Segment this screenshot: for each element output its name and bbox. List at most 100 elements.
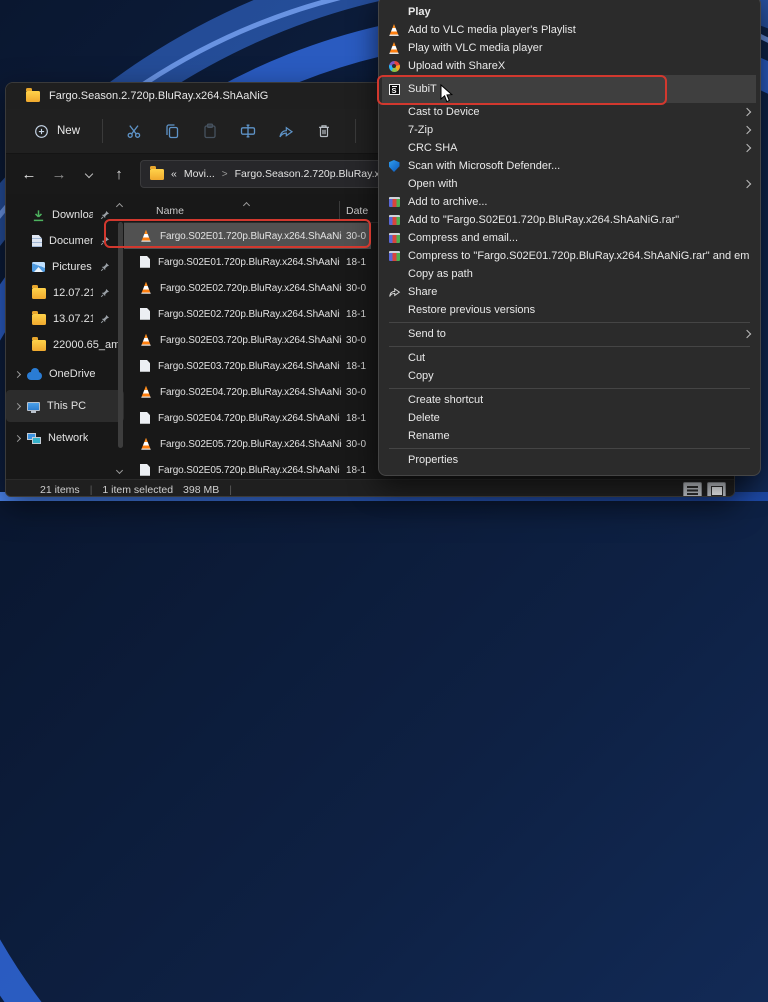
expand-chevron-icon[interactable] xyxy=(13,370,22,378)
sidebar-item-network[interactable]: Network xyxy=(6,422,124,454)
menu-item-scan-with-microsoft-defender[interactable]: Scan with Microsoft Defender... xyxy=(379,157,760,175)
winrar-icon xyxy=(388,251,400,261)
new-button[interactable]: New xyxy=(24,118,90,145)
file-name: Fargo.S02E03.720p.BluRay.x264.ShAaNiG xyxy=(160,334,342,346)
winrar-icon xyxy=(388,215,400,225)
sidebar-item-12-07-21[interactable]: 12.07.21 xyxy=(6,280,124,306)
menu-item-add-to-vlc-media-player-s-playlist[interactable]: Add to VLC media player's Playlist xyxy=(379,21,760,39)
menu-separator xyxy=(379,445,760,451)
details-view-button[interactable] xyxy=(683,482,702,496)
share-button[interactable] xyxy=(267,115,305,147)
rename-button[interactable] xyxy=(229,115,267,147)
menu-item-label: Copy xyxy=(408,370,434,382)
menu-item-label: SubiT xyxy=(408,83,437,95)
file-name: Fargo.S02E04.720p.BluRay.x264.ShAaNiG xyxy=(160,386,342,398)
menu-item-send-to[interactable]: Send to xyxy=(379,325,760,343)
pictures-icon xyxy=(32,262,45,272)
toolbar-divider xyxy=(102,119,104,143)
menu-item-create-shortcut[interactable]: Create shortcut xyxy=(379,391,760,409)
menu-item-compress-to-fargo-s02e01-720p-bluray-x264-shaanig-rar-and-email[interactable]: Compress to "Fargo.S02E01.720p.BluRay.x2… xyxy=(379,247,760,265)
scroll-up-icon[interactable] xyxy=(115,202,124,211)
file-date: 18-1 xyxy=(346,412,367,424)
menu-item-label: Create shortcut xyxy=(408,394,484,406)
menu-item-cut[interactable]: Cut xyxy=(379,349,760,367)
file-name: Fargo.S02E05.720p.BluRay.x264.ShAaNiG...… xyxy=(158,464,340,476)
navigation-sidebar: Downloads Documents Pictures 12.07.21 13.07.… xyxy=(6,194,124,479)
menu-item-label: Scan with Microsoft Defender... xyxy=(408,160,561,172)
folder-icon xyxy=(32,285,46,299)
sidebar-item-documents[interactable]: Documents xyxy=(6,228,124,254)
paste-icon xyxy=(204,123,216,139)
file-date: 18-1 xyxy=(346,360,367,372)
file-name: Fargo.S02E02.720p.BluRay.x264.ShAaNiG xyxy=(160,282,342,294)
sidebar-item-pictures[interactable]: Pictures xyxy=(6,254,124,280)
expand-chevron-icon[interactable] xyxy=(13,434,22,442)
column-divider[interactable] xyxy=(339,201,340,220)
file-name: Fargo.S02E04.720p.BluRay.x264.ShAaNiG...… xyxy=(158,412,340,424)
menu-item-play[interactable]: Play xyxy=(379,3,760,21)
menu-item-share[interactable]: Share xyxy=(379,283,760,301)
scroll-down-icon[interactable] xyxy=(115,466,124,475)
menu-item-delete[interactable]: Delete xyxy=(379,409,760,427)
subtitle-file-icon xyxy=(140,255,150,268)
trash-icon xyxy=(319,125,330,138)
submenu-chevron-icon xyxy=(742,143,752,153)
large-icons-view-button[interactable] xyxy=(707,482,726,496)
menu-separator xyxy=(379,343,760,349)
vlc-cone-icon xyxy=(141,229,151,242)
icons-view-icon xyxy=(710,485,723,496)
menu-item-play-with-vlc-media-player[interactable]: Play with VLC media player xyxy=(379,39,760,57)
cut-button[interactable] xyxy=(115,115,153,147)
menu-item-label: Properties xyxy=(408,454,459,466)
column-header-date[interactable]: Date xyxy=(346,205,368,217)
menu-item-label: Cut xyxy=(408,352,426,364)
recent-locations-button[interactable] xyxy=(76,161,102,187)
folder-icon xyxy=(26,88,40,102)
menu-item-copy[interactable]: Copy xyxy=(379,367,760,385)
menu-item-cast-to-device[interactable]: Cast to Device xyxy=(379,103,760,121)
menu-item-restore-previous-versions[interactable]: Restore previous versions xyxy=(379,301,760,319)
breadcrumb-parent[interactable]: Movi... xyxy=(184,168,215,180)
sidebar-item-label: Documents xyxy=(49,235,93,247)
sidebar-item-this-pc[interactable]: This PC xyxy=(6,390,124,422)
sidebar-item-downloads[interactable]: Downloads xyxy=(6,202,124,228)
sidebar-item-13-07-21[interactable]: 13.07.21 xyxy=(6,306,124,332)
file-name: Fargo.S02E02.720p.BluRay.x264.ShAaNiG...… xyxy=(158,308,340,320)
toolbar-divider xyxy=(355,119,357,143)
menu-item-add-to-fargo-s02e01-720p-bluray-x264-shaanig-rar[interactable]: Add to "Fargo.S02E01.720p.BluRay.x264.Sh… xyxy=(379,211,760,229)
menu-item-properties[interactable]: Properties xyxy=(379,451,760,469)
scrollbar-thumb[interactable] xyxy=(118,222,123,448)
delete-button[interactable] xyxy=(305,115,343,147)
menu-item-label: Open with xyxy=(408,178,458,190)
menu-item-upload-with-sharex[interactable]: Upload with ShareX xyxy=(379,57,760,75)
sidebar-item-onedrive[interactable]: OneDrive xyxy=(6,358,124,390)
menu-item-subit[interactable]: SubiT xyxy=(379,75,760,103)
paste-button[interactable] xyxy=(191,115,229,147)
sharex-icon xyxy=(388,60,400,72)
downloads-icon xyxy=(33,209,44,221)
column-header-name[interactable]: Name xyxy=(156,205,184,217)
view-toggles xyxy=(683,482,726,496)
winrar-icon xyxy=(388,197,400,207)
up-button[interactable]: ↑ xyxy=(106,161,132,187)
menu-item-add-to-archive[interactable]: Add to archive... xyxy=(379,193,760,211)
breadcrumb-overflow[interactable]: « xyxy=(171,168,177,180)
selection-size: 398 MB xyxy=(183,484,220,496)
menu-item-crc-sha[interactable]: CRC SHA xyxy=(379,139,760,157)
menu-item-open-with[interactable]: Open with xyxy=(379,175,760,193)
copy-button[interactable] xyxy=(153,115,191,147)
forward-button[interactable]: → xyxy=(46,161,72,187)
menu-item-compress-and-email[interactable]: Compress and email... xyxy=(379,229,760,247)
menu-item-copy-as-path[interactable]: Copy as path xyxy=(379,265,760,283)
copy-icon xyxy=(166,124,179,139)
file-date: 18-1 xyxy=(346,464,367,476)
file-name: Fargo.S02E05.720p.BluRay.x264.ShAaNiG xyxy=(160,438,342,450)
sidebar-item-label: 12.07.21 xyxy=(53,287,93,299)
menu-item-label: Add to archive... xyxy=(408,196,488,208)
expand-chevron-icon[interactable] xyxy=(13,402,22,410)
menu-item-rename[interactable]: Rename xyxy=(379,427,760,445)
back-button[interactable]: ← xyxy=(16,161,42,187)
sidebar-item-label: This PC xyxy=(47,400,87,412)
menu-item-7-zip[interactable]: 7-Zip xyxy=(379,121,760,139)
sidebar-item-22000-65-am[interactable]: 22000.65_am xyxy=(6,332,124,358)
